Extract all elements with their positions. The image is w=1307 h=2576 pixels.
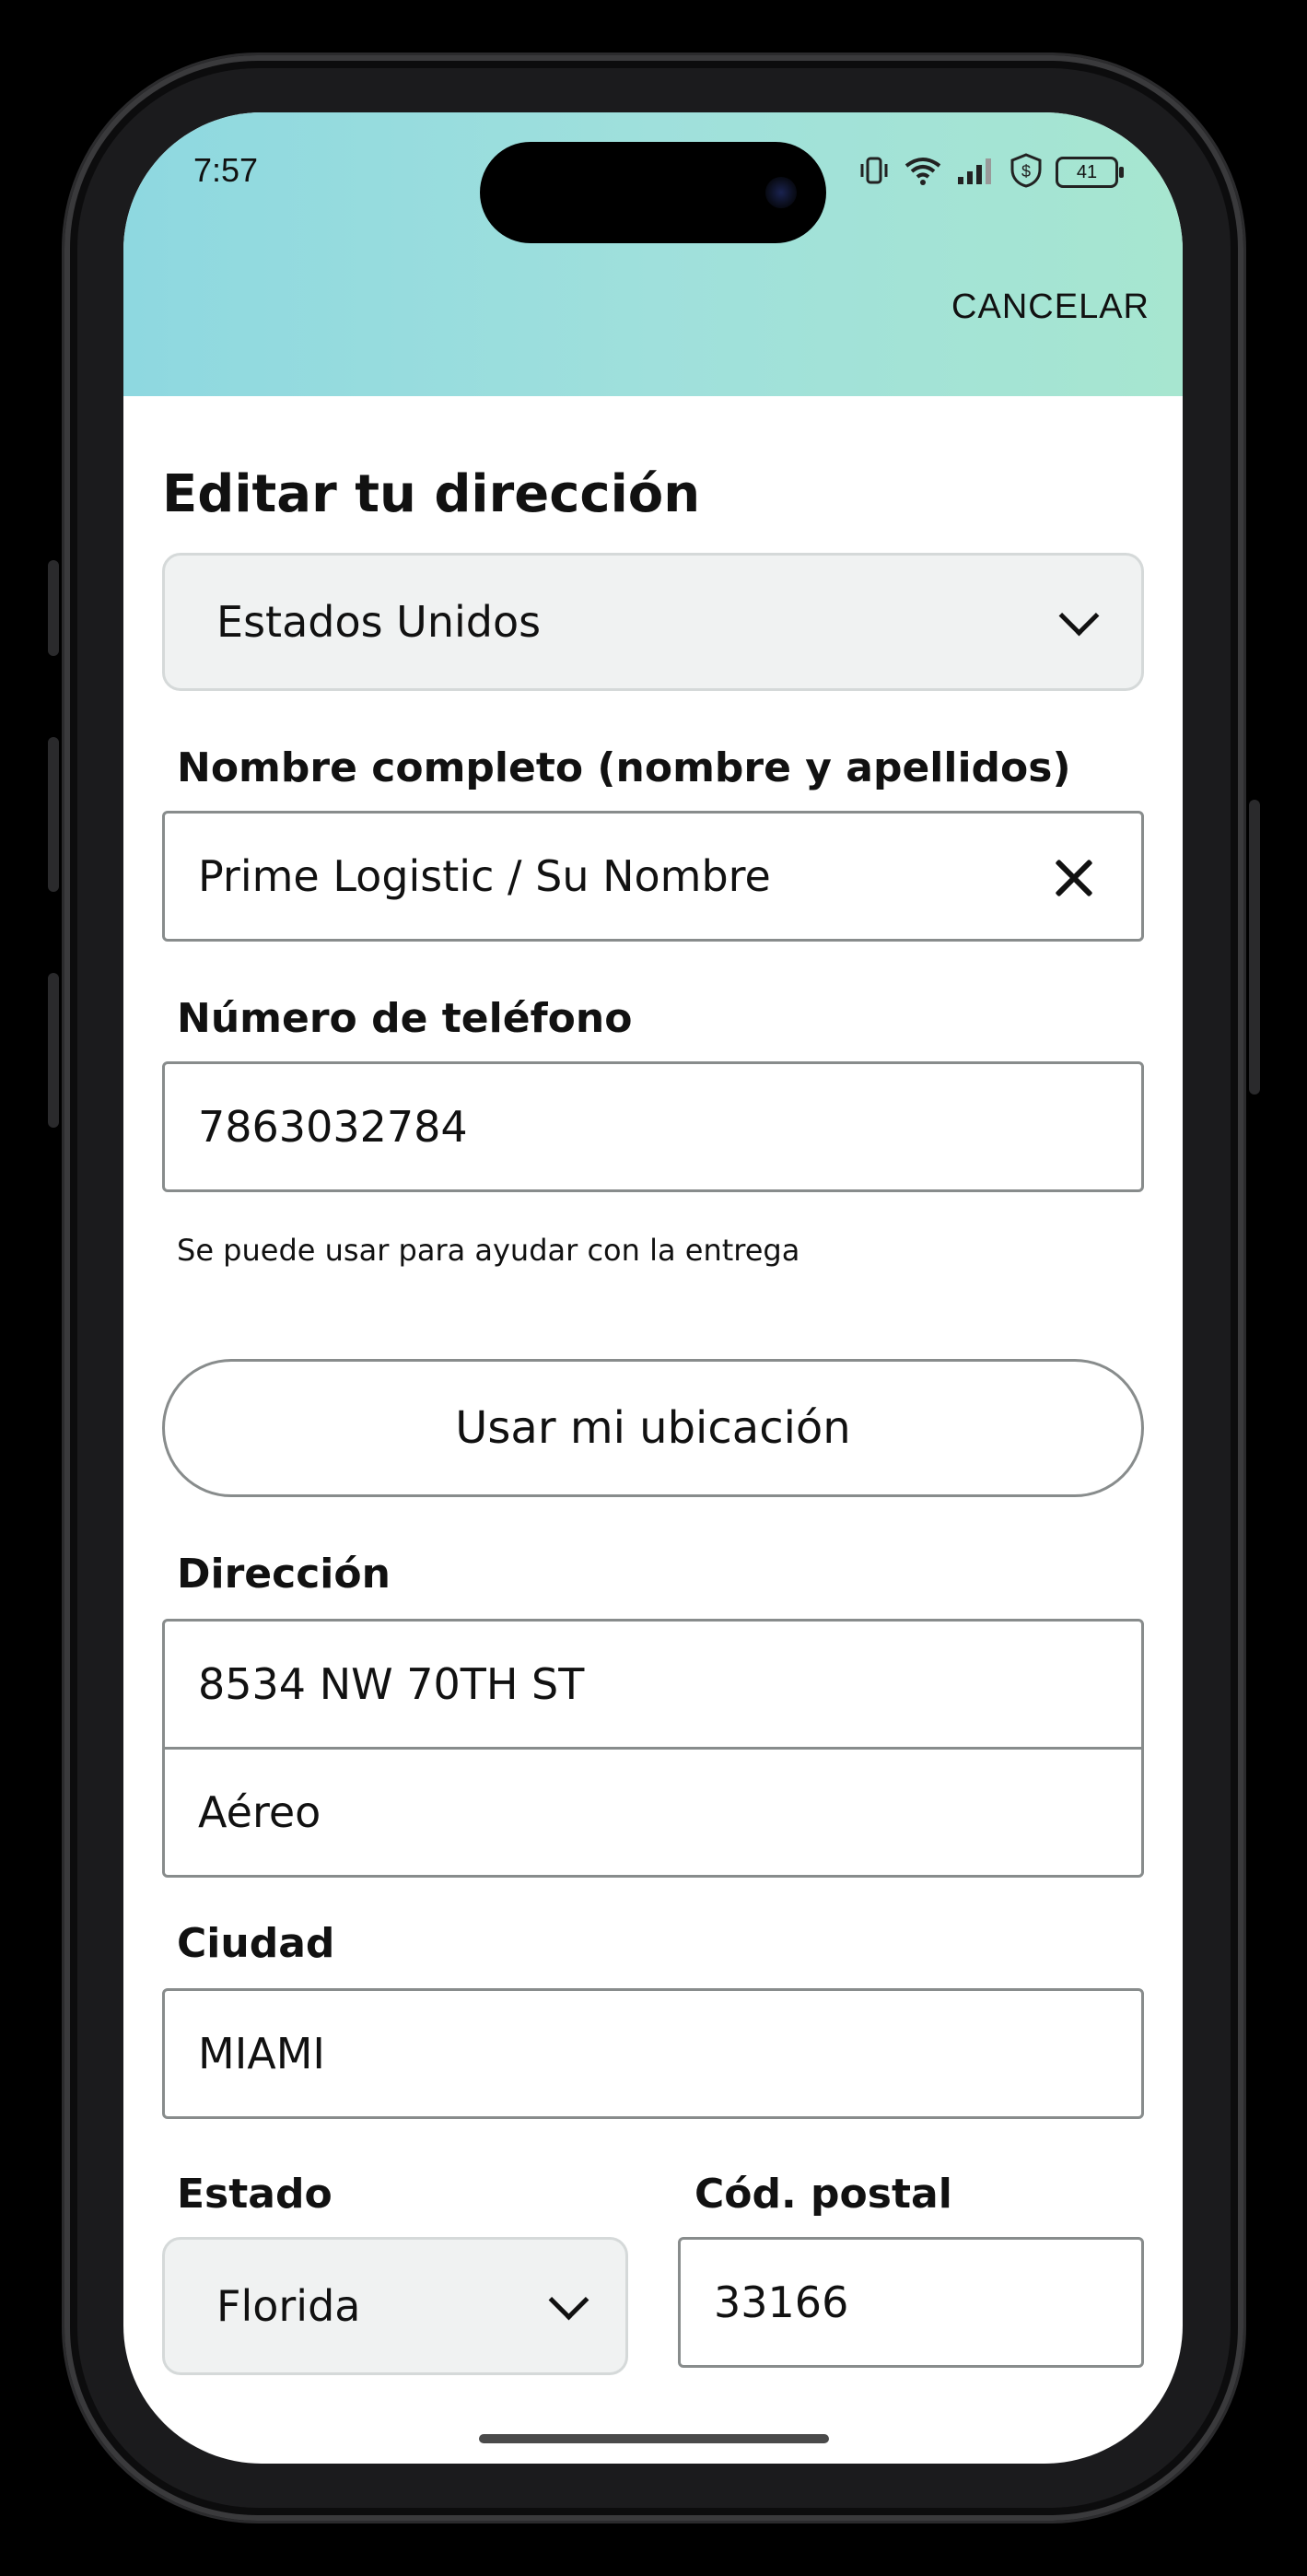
phone-label: Número de teléfono bbox=[177, 995, 633, 1042]
country-select[interactable]: Estados Unidos bbox=[162, 553, 1144, 691]
use-my-location-button[interactable]: Usar mi ubicación bbox=[162, 1359, 1144, 1497]
cancel-button[interactable]: CANCELAR bbox=[951, 287, 1149, 327]
address-line2-value: Aéreo bbox=[198, 1787, 321, 1837]
address-line2-field[interactable]: Aéreo bbox=[162, 1747, 1144, 1878]
clear-icon[interactable] bbox=[1051, 856, 1095, 900]
volume-up-button bbox=[48, 737, 59, 892]
full-name-value: Prime Logistic / Su Nombre bbox=[198, 851, 771, 901]
front-camera-icon bbox=[765, 177, 797, 208]
city-value: MIAMI bbox=[198, 2029, 325, 2078]
phone-screen: 7:57 $ 41 CANCELAR Editar tu dirección E… bbox=[123, 112, 1183, 2464]
action-button bbox=[48, 560, 59, 656]
address-label: Dirección bbox=[177, 1551, 391, 1598]
power-button bbox=[1249, 800, 1260, 1095]
city-field[interactable]: MIAMI bbox=[162, 1988, 1144, 2119]
city-label: Ciudad bbox=[177, 1920, 335, 1967]
vpn-shield-icon: $ bbox=[1009, 153, 1043, 192]
volume-down-button bbox=[48, 973, 59, 1128]
battery-icon: 41 bbox=[1056, 157, 1124, 188]
dynamic-island bbox=[480, 142, 826, 243]
signal-icon bbox=[956, 155, 997, 190]
wifi-icon bbox=[903, 155, 943, 190]
postal-code-field[interactable]: 33166 bbox=[678, 2237, 1144, 2368]
postal-code-label: Cód. postal bbox=[694, 2171, 952, 2218]
app-header: 7:57 $ 41 CANCELAR bbox=[123, 112, 1183, 396]
address-line1-value: 8534 NW 70TH ST bbox=[198, 1659, 585, 1709]
country-select-value: Estados Unidos bbox=[216, 597, 542, 647]
status-icons: $ 41 bbox=[858, 153, 1124, 192]
phone-value: 7863032784 bbox=[198, 1102, 468, 1152]
address-line1-field[interactable]: 8534 NW 70TH ST bbox=[162, 1619, 1144, 1750]
phone-field[interactable]: 7863032784 bbox=[162, 1061, 1144, 1192]
page-title: Editar tu dirección bbox=[162, 464, 701, 524]
state-select-value: Florida bbox=[216, 2281, 361, 2331]
postal-code-value: 33166 bbox=[714, 2277, 849, 2327]
full-name-label: Nombre completo (nombre y apellidos) bbox=[177, 744, 1071, 791]
full-name-field[interactable]: Prime Logistic / Su Nombre bbox=[162, 811, 1144, 942]
svg-text:$: $ bbox=[1021, 162, 1031, 181]
phone-helper-text: Se puede usar para ayudar con la entrega bbox=[177, 1233, 800, 1268]
state-label: Estado bbox=[177, 2171, 333, 2218]
home-indicator[interactable] bbox=[479, 2434, 829, 2443]
chevron-down-icon bbox=[548, 2279, 589, 2321]
chevron-down-icon bbox=[1058, 595, 1100, 637]
vibrate-icon bbox=[858, 155, 890, 190]
status-time: 7:57 bbox=[193, 151, 259, 189]
state-select[interactable]: Florida bbox=[162, 2237, 628, 2375]
